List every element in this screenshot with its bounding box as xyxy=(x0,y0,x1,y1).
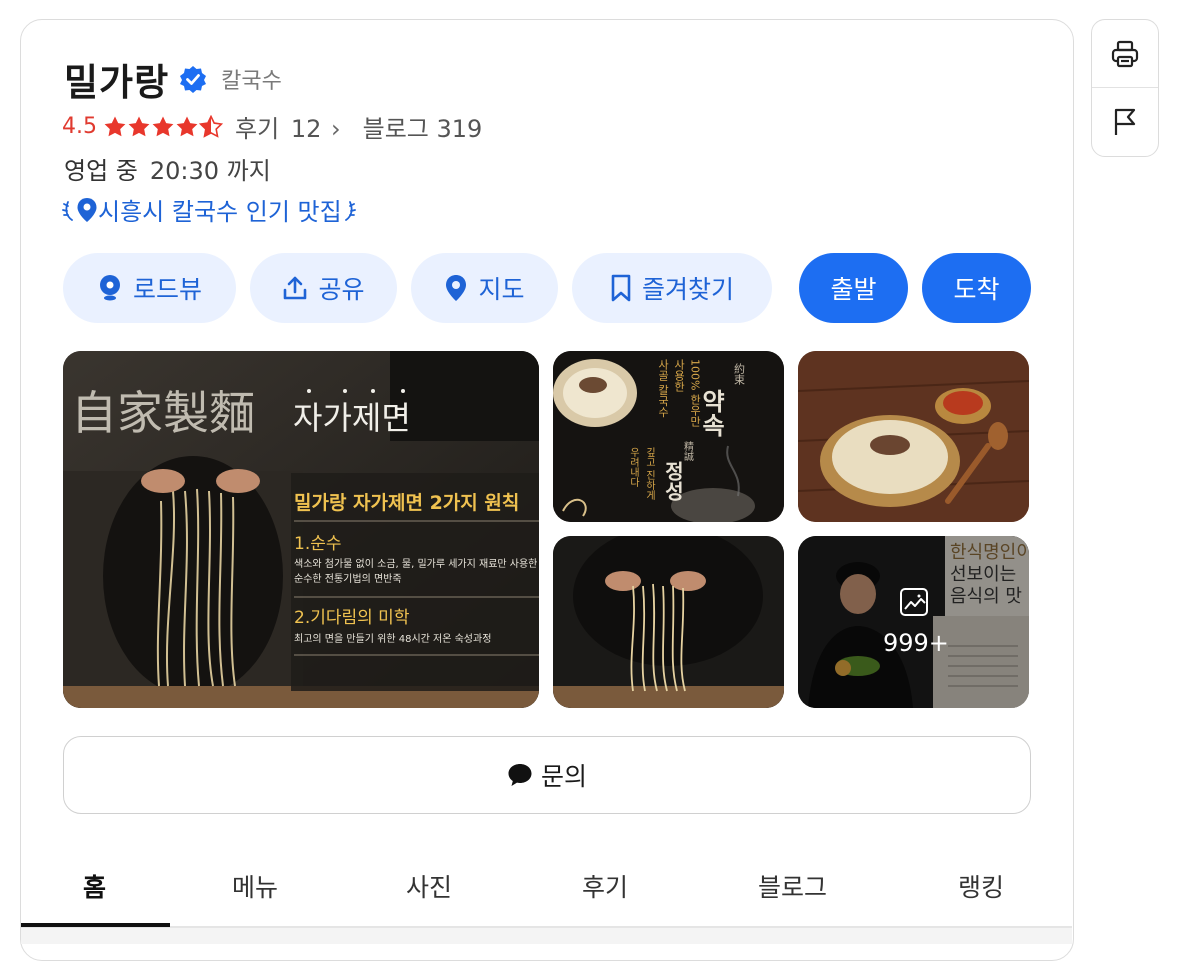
promo-vertical-2: 사용한 xyxy=(673,359,686,392)
half-star-icon xyxy=(199,114,223,138)
action-bar: 로드뷰 공유 지도 즐겨찾기 출발 도착 xyxy=(63,253,1031,323)
share-icon xyxy=(282,275,308,301)
star-icon xyxy=(104,116,126,136)
promo-title-2: 정성 xyxy=(661,461,685,501)
verified-badge-icon xyxy=(180,66,207,93)
tab-photos[interactable]: 사진 xyxy=(406,850,452,926)
photo-more[interactable]: 한식명인이 선보이는 음식의 맛 999+ xyxy=(798,536,1029,708)
printer-icon xyxy=(1111,40,1139,67)
blog-count: 319 xyxy=(436,115,483,143)
rule2-title: 2.기다림의 미학 xyxy=(294,608,410,628)
side-toolbar xyxy=(1091,19,1159,157)
print-button[interactable] xyxy=(1092,20,1158,88)
photo-4[interactable] xyxy=(553,536,784,708)
main-subheading: 밀가랑 자가제면 2가지 원칙 xyxy=(294,492,519,514)
chat-bubble-icon xyxy=(507,762,533,788)
rule2-text: 최고의 면을 만들기 위한 48시간 저온 숙성과정 xyxy=(294,632,491,645)
promo-vertical-4: 깊고 진하게 xyxy=(644,447,656,501)
promo-vertical-3: 사골 칼국수 xyxy=(657,359,670,418)
rating-score: 4.5 xyxy=(62,114,97,139)
main-heading: 자가제면 xyxy=(293,399,411,437)
rating-row: 4.5 후기 12 › 블로그 319 xyxy=(62,109,482,144)
laurel-right-icon xyxy=(344,200,356,221)
location-pin-icon xyxy=(77,197,97,222)
report-button[interactable] xyxy=(1092,88,1158,155)
chevron-right-icon: › xyxy=(331,115,341,143)
soup-promo-image: 약속 約束 100% 한우만 사용한 사골 칼국수 정성 精誠 깊고 진하게 우… xyxy=(553,351,784,522)
hours-time: 20:30 까지 xyxy=(149,157,271,185)
chef-image: 한식명인이 선보이는 음식의 맛 999+ xyxy=(798,536,1029,708)
noodle-promo-image: 自家製麵 자가제면 밀가랑 자가제면 2가지 원칙 1.순수 색소와 첨가물 없… xyxy=(63,351,539,708)
popular-badge-text: 시흥시 칼국수 인기 맛집 xyxy=(98,198,342,226)
tab-bar: 홈 메뉴 사진 후기 블로그 랭킹 xyxy=(21,850,1072,928)
promo-hanja-2: 精誠 xyxy=(682,440,694,462)
arrive-button[interactable]: 도착 xyxy=(922,253,1031,323)
star-icon xyxy=(128,116,150,136)
arrive-label: 도착 xyxy=(953,275,1000,304)
bookmark-label: 즐겨찾기 xyxy=(641,275,734,304)
depart-label: 출발 xyxy=(830,275,877,304)
noodle-bowl-image xyxy=(798,351,1029,522)
promo-vertical-1: 100% 한우만 xyxy=(689,359,702,427)
roadview-icon xyxy=(97,274,123,302)
promo-vertical-5: 우려내다 xyxy=(628,447,640,488)
blog-label: 블로그 xyxy=(362,115,429,143)
noodle-making-image xyxy=(553,536,784,708)
map-pin-icon xyxy=(444,274,468,302)
map-button[interactable]: 지도 xyxy=(411,253,558,323)
place-name: 밀가랑 xyxy=(64,61,170,104)
tab-reviews[interactable]: 후기 xyxy=(582,850,628,926)
bookmark-icon xyxy=(610,274,632,302)
star-icon xyxy=(176,116,198,136)
photo-main[interactable]: 自家製麵 자가제면 밀가랑 자가제면 2가지 원칙 1.순수 색소와 첨가물 없… xyxy=(63,351,539,708)
flag-icon xyxy=(1114,108,1136,135)
section-divider xyxy=(21,928,1072,944)
photo-gallery: 自家製麵 자가제면 밀가랑 자가제면 2가지 원칙 1.순수 색소와 첨가물 없… xyxy=(63,351,1030,708)
bookmark-button[interactable]: 즐겨찾기 xyxy=(572,253,772,323)
photo-2[interactable]: 약속 約束 100% 한우만 사용한 사골 칼국수 정성 精誠 깊고 진하게 우… xyxy=(553,351,784,522)
place-category: 칼국수 xyxy=(221,69,282,94)
tab-menu[interactable]: 메뉴 xyxy=(232,850,278,926)
star-icon xyxy=(152,116,174,136)
map-label: 지도 xyxy=(478,275,525,304)
tab-ranking[interactable]: 랭킹 xyxy=(958,850,1004,926)
hanja-title: 自家製麵 xyxy=(71,386,255,440)
photo-3[interactable] xyxy=(798,351,1029,522)
photo-more-count: 999+ xyxy=(883,629,949,657)
popular-badge[interactable]: 시흥시 칼국수 인기 맛집 xyxy=(62,192,356,227)
inquiry-button[interactable]: 문의 xyxy=(63,736,1031,814)
active-tab-indicator xyxy=(21,923,170,927)
reviews-count: 12 xyxy=(290,115,322,143)
share-button[interactable]: 공유 xyxy=(250,253,397,323)
inquiry-label: 문의 xyxy=(540,762,587,791)
reviews-label: 후기 xyxy=(235,115,280,143)
roadview-label: 로드뷰 xyxy=(132,275,202,304)
title-row: 밀가랑 칼국수 xyxy=(64,52,282,106)
share-label: 공유 xyxy=(318,275,365,304)
blog-link[interactable]: 블로그 319 xyxy=(363,109,483,144)
rule1-title: 1.순수 xyxy=(294,534,342,554)
depart-button[interactable]: 출발 xyxy=(799,253,908,323)
star-rating xyxy=(103,114,223,139)
promo-hanja: 約束 xyxy=(733,362,746,386)
reviews-link[interactable]: 후기 12 › xyxy=(235,109,341,144)
roadview-button[interactable]: 로드뷰 xyxy=(63,253,236,323)
hours-status: 영업 중 xyxy=(64,157,138,185)
rule1-text: 색소와 첨가물 없이 소금, 물, 밀가루 세가지 재료만 사용한 순수한 전통… xyxy=(294,559,538,585)
hours-row: 영업 중 20:30 까지 xyxy=(64,151,271,186)
tab-blog[interactable]: 블로그 xyxy=(758,850,827,926)
tab-home[interactable]: 홈 xyxy=(83,850,106,926)
laurel-left-icon xyxy=(62,200,73,221)
